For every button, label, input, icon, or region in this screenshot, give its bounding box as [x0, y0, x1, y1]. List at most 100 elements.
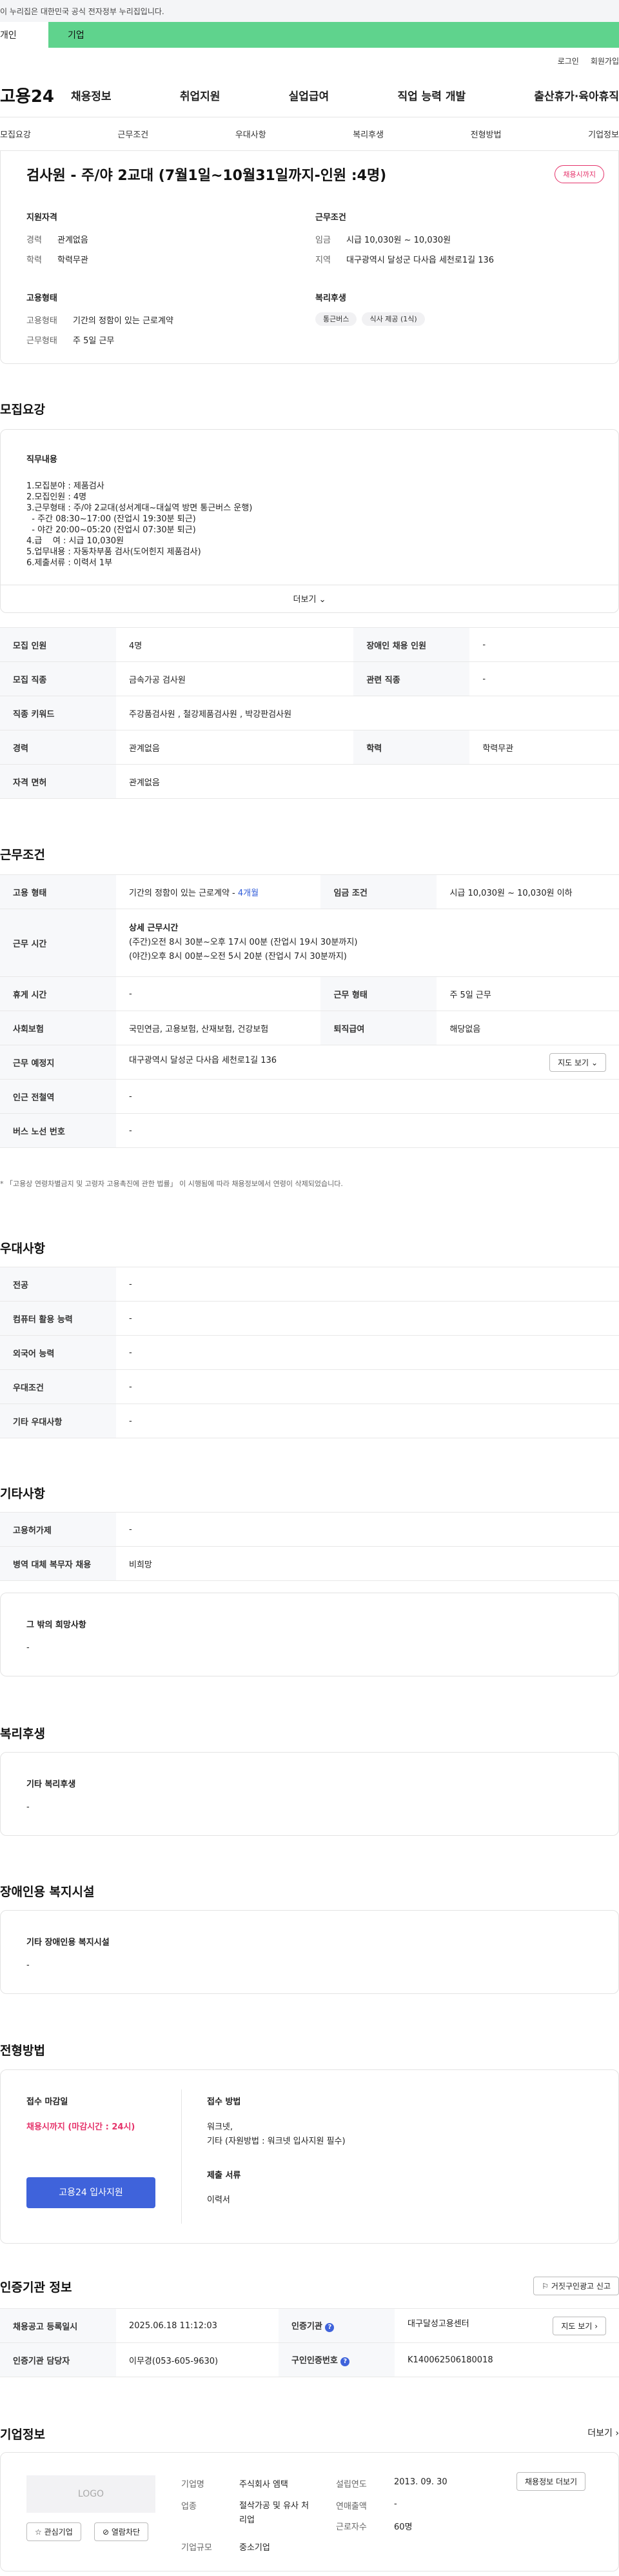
row-key-label: 인증기관 [291, 2322, 322, 2331]
company-value: 주식회사 엠택 [239, 2480, 288, 2490]
gov-notice-bar: 이 누리집은 대한민국 공식 전자정부 누리집입니다. [0, 0, 619, 22]
box-value: - [26, 1960, 30, 1970]
favorite-company-button[interactable]: ☆ 관심기업 [26, 2522, 81, 2541]
row-key: 인증기관 담당자 [0, 2342, 116, 2377]
section-title-company: 기업정보 [0, 2428, 45, 2442]
agency-map-button[interactable]: 지도 보기 › [553, 2316, 606, 2335]
duty-heading: 직무내용 [26, 455, 57, 465]
tab-company[interactable]: 기업 [48, 22, 619, 48]
subnav-welfare[interactable]: 복리후생 [353, 128, 384, 140]
row-value: 기간의 정함이 있는 근로계약 - 4개월 [116, 874, 321, 909]
box-heading: 기타 장애인용 복지시설 [26, 1938, 110, 1947]
gnb-item-jobs[interactable]: 채용정보 [71, 87, 112, 103]
method-value-2: 기타 (자원방법 : 워크넷 입사지원 필수) [207, 2137, 346, 2146]
duty-card: 직무내용 1.모집분야 : 제품검사 2.모집인원 : 4명 3.근무형태 : 주/… [0, 429, 619, 613]
duty-line: 4.급 여 : 시급 10,030원 [26, 536, 124, 546]
chevron-right-icon: › [594, 2321, 598, 2331]
row-value: - [116, 1267, 619, 1302]
etc-table: 고용허가제 - 병역 대체 복무자 채용 비희망 [0, 1512, 619, 1581]
row-value: - [116, 976, 321, 1011]
summary-value: 기간의 정함이 있는 근로계약 [73, 316, 173, 326]
duty-text: 1.모집분야 : 제품검사 2.모집인원 : 4명 3.근무형태 : 주/야 2교대… [26, 481, 593, 569]
row-key: 기타 우대사항 [0, 1404, 116, 1438]
subnav-recruit[interactable]: 모집요강 [0, 128, 31, 140]
method-value-1: 워크넷, [207, 2122, 233, 2132]
gnb-item-employment-support[interactable]: 취업지원 [180, 87, 221, 103]
table-row: 휴게 시간 - 근무 형태 주 5일 근무 [0, 976, 619, 1011]
table-row: 경력 관계없음 학력 학력무관 [0, 730, 619, 765]
company-jobs-button[interactable]: 채용정보 더보기 [516, 2472, 586, 2491]
row-value: - [116, 1404, 619, 1438]
utility-links: 로그인 회원가입 [0, 48, 619, 74]
signup-link[interactable]: 회원가입 [591, 55, 619, 66]
duty-line: - 야간 20:00~05:20 (잔업시 07:30분 퇴근) [26, 525, 196, 535]
company-card: LOGO ☆ 관심기업 ⊘ 열람차단 기업명 주식회사 엠택 업종 절삭가공 및… [0, 2452, 619, 2571]
table-row: 인근 전철역 - [0, 1079, 619, 1114]
tab-personal[interactable]: 개인 [0, 22, 48, 48]
section-title-etc: 기타사항 [0, 1487, 45, 1501]
gnb-item-training[interactable]: 직업 능력 개발 [397, 87, 466, 103]
summary-key: 학력 [26, 256, 42, 265]
summary-conditions: 근무조건 임금 시급 10,030원 ~ 10,030원 지역 대구광역시 달성군 … [315, 210, 604, 273]
gnb-item-leave[interactable]: 출산휴가·육아휴직 [534, 87, 619, 103]
summary-key: 임금 [315, 236, 331, 245]
row-key: 고용 형태 [0, 874, 116, 909]
row-key: 경력 [0, 730, 116, 765]
row-key: 자격 면허 [0, 764, 116, 799]
row-value: - [116, 1335, 619, 1370]
block-view-button[interactable]: ⊘ 열람차단 [94, 2522, 149, 2541]
welfare-card: 기타 복리후생 - [0, 1752, 619, 1836]
row-key: 임금 조건 [320, 874, 437, 909]
login-link[interactable]: 로그인 [558, 55, 579, 66]
duty-line: 2.모집인원 : 4명 [26, 492, 87, 502]
subnav-company[interactable]: 기업정보 [588, 128, 619, 140]
section-title-process: 전형방법 [0, 2044, 45, 2058]
company-more-link[interactable]: 더보기 › [587, 2426, 619, 2439]
row-value: - [116, 1301, 619, 1336]
map-label: 지도 보기 [561, 2321, 593, 2331]
summary-welfare: 복리후생 통근버스 식사 제공 (1식) [315, 291, 604, 354]
recruit-table: 모집 인원 4명 장애인 채용 인원 - 모집 직종 금속가공 검사원 관련 직종 - … [0, 627, 619, 799]
summary-value: 주 5일 근무 [73, 336, 115, 346]
row-value: 4명 [116, 627, 354, 662]
company-value: 2013. 09. 30 [394, 2477, 447, 2487]
row-value: 학력무관 [469, 730, 619, 765]
row-key: 고용허가제 [0, 1512, 116, 1547]
duty-more-button[interactable]: 더보기 ⌄ [1, 585, 618, 614]
info-icon[interactable]: ? [340, 2357, 350, 2366]
apply-button[interactable]: 고용24 입사지원 [26, 2177, 155, 2208]
row-key-label: 구인인증번호 [291, 2356, 338, 2366]
row-value: 국민연금, 고용보험, 산재보험, 건강보험 [116, 1011, 321, 1045]
row-key: 모집 직종 [0, 661, 116, 696]
info-icon[interactable]: ? [325, 2323, 335, 2332]
row-key: 학력 [353, 730, 470, 765]
row-key: 인증기관 ? [279, 2308, 395, 2343]
section-nav: 모집요강 근무조건 우대사항 복리후생 전형방법 기업정보 [0, 117, 619, 151]
star-icon: ☆ [35, 2528, 42, 2537]
agency-table: 채용공고 등록일시 2025.06.18 11:12:03 인증기관 ? 대구달성… [0, 2308, 619, 2377]
summary-employment: 고용형태 고용형태 기간의 정함이 있는 근로계약 근무형태 주 5일 근무 [26, 291, 315, 354]
row-key: 외국어 능력 [0, 1335, 116, 1370]
subnav-preferences[interactable]: 우대사항 [235, 128, 266, 140]
site-logo[interactable]: 고용24 [0, 83, 71, 107]
gnb-item-unemployment[interactable]: 실업급여 [289, 87, 329, 103]
company-value: 절삭가공 및 유사 처리업 [239, 2501, 310, 2525]
row-key: 직종 키워드 [0, 696, 116, 730]
report-fake-ad-button[interactable]: ⚐ 거짓구인광고 신고 [533, 2277, 619, 2295]
duty-line: - 주간 08:30~17:00 (잔업시 19:30분 퇴근) [26, 514, 196, 524]
more-label: 더보기 [587, 2428, 613, 2439]
report-icon: ⚐ [542, 2282, 549, 2291]
row-key: 근무 시간 [0, 909, 116, 977]
row-value: 대구달성고용센터 지도 보기 › [395, 2308, 619, 2343]
map-button[interactable]: 지도 보기 ⌄ [549, 1052, 606, 1072]
row-value: 대구광역시 달성군 다사읍 세천로1길 136 지도 보기 ⌄ [116, 1045, 619, 1080]
subnav-conditions[interactable]: 근무조건 [117, 128, 148, 140]
row-value: - [116, 1512, 619, 1547]
block-icon: ⊘ [103, 2528, 110, 2537]
job-title: 검사원 - 주/야 2교대 (7월1일~10월31일까지-인원 :4명) [26, 168, 387, 184]
row-key: 버스 노선 번호 [0, 1113, 116, 1148]
process-card: 접수 마감일 채용시까지 (마감시간 : 24시) 고용24 입사지원 접수 방… [0, 2069, 619, 2244]
more-label: 더보기 [293, 595, 317, 605]
subnav-process[interactable]: 전형방법 [471, 128, 502, 140]
summary-heading: 지원자격 [26, 213, 57, 223]
